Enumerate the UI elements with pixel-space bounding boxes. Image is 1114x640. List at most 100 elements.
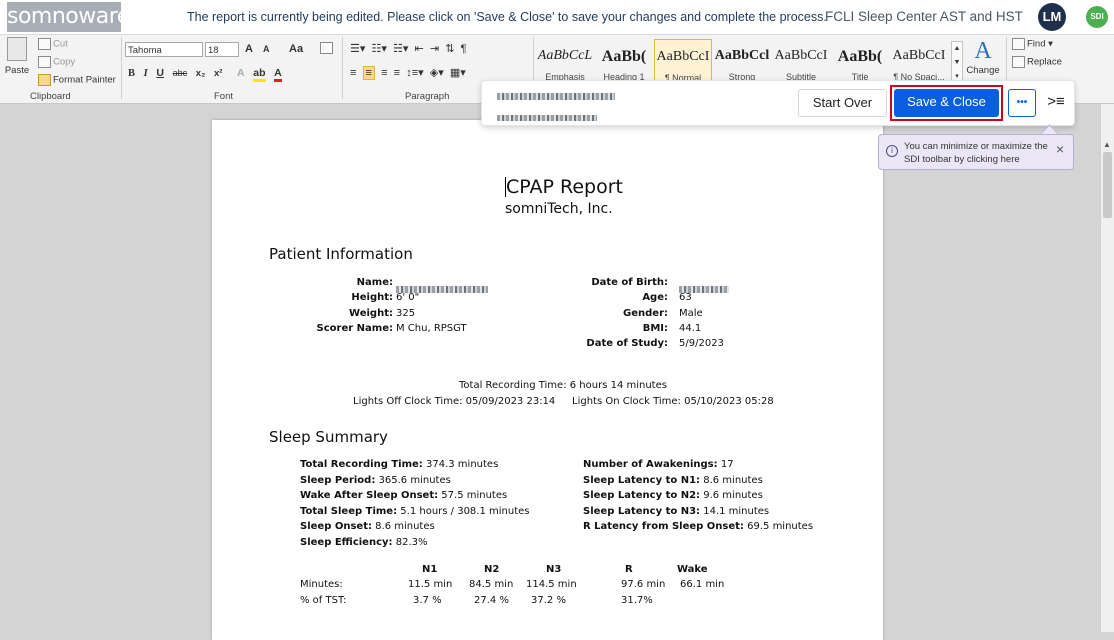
summary-label: Total Recording Time: xyxy=(300,459,423,470)
summary-row: Sleep Latency to N1: 8.6 minutes xyxy=(583,475,763,486)
start-over-button[interactable]: Start Over xyxy=(798,89,887,117)
replace-button[interactable]: Replace xyxy=(1012,56,1062,68)
font-family-select[interactable]: Tahoma xyxy=(125,42,203,57)
stage-row-label: Minutes: xyxy=(300,579,343,590)
change-styles-icon: A xyxy=(974,38,992,64)
style-sample: AaBbCcL xyxy=(537,48,593,63)
font-shrink-button[interactable]: A xyxy=(263,44,270,54)
summary-row: Sleep Latency to N3: 14.1 minutes xyxy=(583,506,769,517)
multilevel-list-icon[interactable]: ☵▾ xyxy=(393,43,408,55)
summary-row: Sleep Onset: 8.6 minutes xyxy=(300,521,435,532)
summary-value: 69.5 minutes xyxy=(747,521,814,533)
brush-icon xyxy=(38,74,51,86)
font-format-buttons: B I U abc x₂ x² A ab A xyxy=(128,67,288,82)
report-title: CPAP Report xyxy=(506,176,623,198)
field-label: Name: xyxy=(356,277,393,288)
replace-label: Replace xyxy=(1027,56,1062,68)
clear-format-icon xyxy=(320,42,333,54)
subscript-icon[interactable]: x₂ xyxy=(196,68,206,79)
find-button[interactable]: Find ▾ xyxy=(1012,38,1053,50)
change-case-icon: Aa xyxy=(289,43,304,55)
scroll-up-arrow[interactable]: ▲ xyxy=(1103,140,1111,149)
font-color-icon[interactable]: A xyxy=(274,67,282,82)
summary-value: 17 xyxy=(720,459,734,470)
format-painter-button[interactable]: Format Painter xyxy=(38,74,116,86)
superscript-icon[interactable]: x² xyxy=(214,68,222,79)
underline-icon[interactable]: U xyxy=(156,67,164,79)
summary-value: 8.6 minutes xyxy=(703,474,763,486)
show-marks-icon[interactable]: ¶ xyxy=(461,43,467,55)
increase-indent-icon[interactable]: ⇥ xyxy=(430,43,439,55)
bold-icon[interactable]: B xyxy=(128,68,135,79)
font-size-select[interactable]: 18 xyxy=(205,42,239,57)
menu-collapse-icon[interactable]: >≡ xyxy=(1044,89,1068,117)
scroll-thumb[interactable] xyxy=(1103,152,1112,218)
field-value: 63 xyxy=(679,292,692,304)
summary-label: R Latency from Sleep Onset: xyxy=(583,521,744,533)
somnoware-logo[interactable]: somnoware xyxy=(7,2,130,32)
replace-icon xyxy=(1012,56,1025,68)
ribbon-separator xyxy=(121,37,122,99)
shading-icon[interactable]: ◈▾ xyxy=(430,67,444,79)
clear-format-button[interactable] xyxy=(320,42,335,54)
field-label: Age: xyxy=(642,292,668,304)
italic-icon[interactable]: I xyxy=(144,68,148,79)
field-value: Male xyxy=(679,307,703,319)
summary-row: Sleep Efficiency: 82.3% xyxy=(300,537,428,548)
align-left-icon[interactable]: ≡ xyxy=(350,67,356,79)
tooltip-close-icon[interactable]: × xyxy=(1056,141,1064,157)
cut-button[interactable]: Cut xyxy=(38,38,68,50)
report-page[interactable]: CPAP Report somniTech, Inc. Patient Info… xyxy=(212,120,883,640)
summary-label: Number of Awakenings: xyxy=(583,459,718,470)
bullets-icon[interactable]: ☰▾ xyxy=(350,43,365,55)
more-options-button[interactable]: ••• xyxy=(1008,89,1036,117)
user-avatar[interactable]: LM xyxy=(1038,3,1066,31)
justify-icon[interactable]: ≡ xyxy=(394,67,400,79)
strikethrough-icon[interactable]: abc xyxy=(173,68,188,78)
summary-value: 5.1 hours / 308.1 minutes xyxy=(400,505,530,517)
sdi-toolbar: Start Over Save & Close ••• >≡ xyxy=(481,80,1075,126)
grow-font-icon: A xyxy=(245,43,253,55)
sort-icon[interactable]: ⇅ xyxy=(445,43,454,55)
align-center-icon[interactable]: ≡ xyxy=(362,66,375,80)
patient-name-redacted xyxy=(497,88,615,106)
summary-label: Sleep Latency to N1: xyxy=(583,474,701,486)
stage-cell: 37.2 % xyxy=(531,595,566,606)
borders-icon[interactable]: ▦▾ xyxy=(450,67,466,79)
field-label: Height: xyxy=(351,292,393,304)
paragraph-group-label: Paragraph xyxy=(405,91,450,102)
summary-label: Wake After Sleep Onset: xyxy=(300,490,439,502)
field-value: 325 xyxy=(396,307,416,319)
summary-label: Sleep Efficiency: xyxy=(300,537,393,548)
decrease-indent-icon[interactable]: ⇤ xyxy=(415,43,424,55)
style-sample: AaBbCcl xyxy=(714,48,770,63)
highlight-icon[interactable]: ab xyxy=(253,67,266,82)
save-close-button[interactable]: Save & Close xyxy=(894,89,999,117)
vertical-scrollbar[interactable]: ▲ xyxy=(1100,104,1114,632)
stage-cell: 3.7 % xyxy=(413,595,442,606)
summary-row: Total Sleep Time: 5.1 hours / 308.1 minu… xyxy=(300,506,530,517)
text-effects-icon[interactable]: A xyxy=(237,67,245,79)
align-right-icon[interactable]: ≡ xyxy=(381,67,387,79)
stage-header: N3 xyxy=(546,564,562,575)
change-styles-button[interactable]: A Change xyxy=(964,37,1002,76)
style-sample: AaBbCcI xyxy=(656,49,710,64)
font-grow-button[interactable]: A xyxy=(245,43,253,55)
line-spacing-icon[interactable]: ↕≡▾ xyxy=(406,67,423,79)
summary-row: Sleep Latency to N2: 9.6 minutes xyxy=(583,490,763,501)
patient-id-redacted xyxy=(497,109,597,127)
stage-header: N2 xyxy=(484,564,500,575)
field-label: Date of Study: xyxy=(586,338,668,350)
summary-value: 57.5 minutes xyxy=(441,490,508,502)
summary-label: Sleep Period: xyxy=(300,474,376,486)
change-styles-label: Change xyxy=(966,65,1000,76)
style-sample: AaBb( xyxy=(601,48,647,65)
change-case-button[interactable]: Aa xyxy=(289,43,303,55)
summary-value: 82.3% xyxy=(395,537,428,548)
summary-value: 9.6 minutes xyxy=(703,490,763,502)
paste-button[interactable]: Paste xyxy=(4,37,30,76)
numbering-icon[interactable]: ☷▾ xyxy=(372,43,387,55)
sleep-center-name[interactable]: FCLI Sleep Center AST and HST xyxy=(825,9,1023,24)
sdi-icon[interactable]: SDI xyxy=(1086,6,1108,28)
copy-button[interactable]: Copy xyxy=(38,56,75,68)
